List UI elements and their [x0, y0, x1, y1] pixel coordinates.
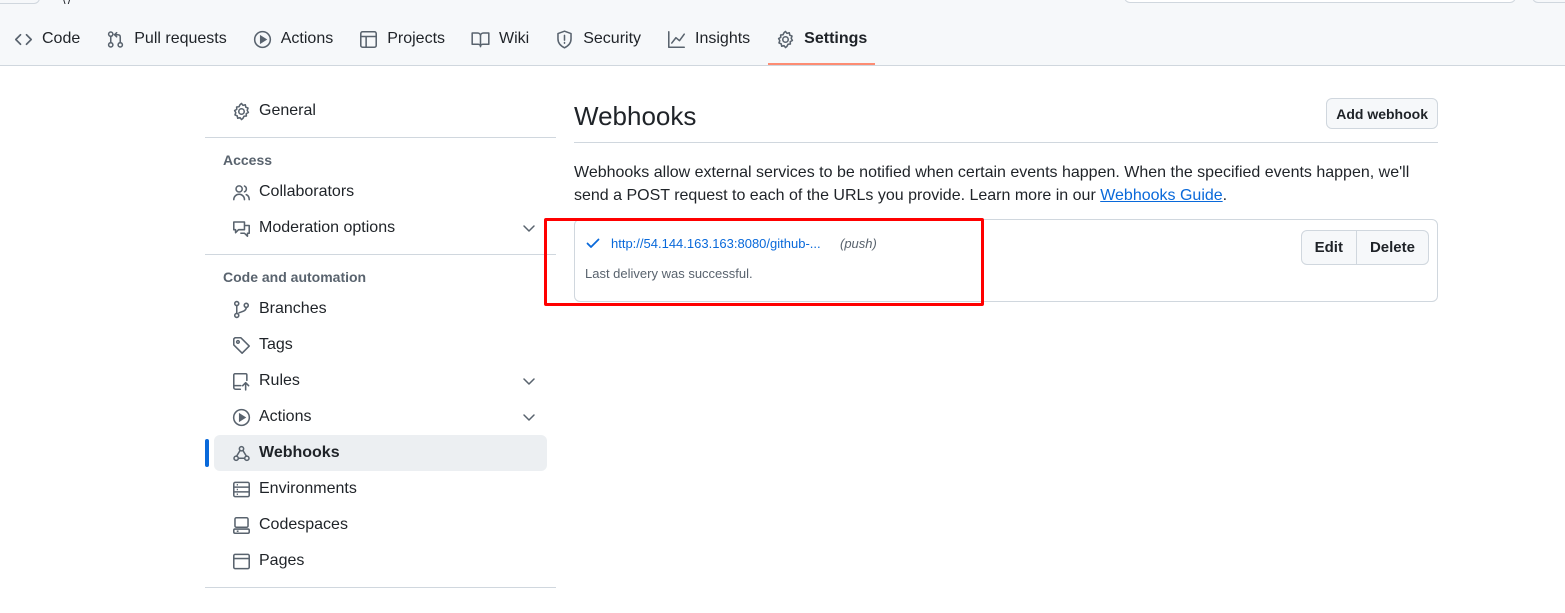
top-toolbar-button[interactable] [0, 0, 40, 4]
delete-webhook-button[interactable]: Delete [1356, 230, 1429, 265]
chevron-down-icon[interactable] [521, 220, 537, 236]
browser-icon [231, 551, 251, 571]
tag-icon [231, 335, 251, 355]
tab-label: Actions [280, 30, 334, 47]
tab-label: Settings [804, 30, 868, 47]
page-title: Webhooks [574, 101, 697, 131]
description-end: . [1222, 187, 1228, 204]
sidebar-item-label: Environments [259, 480, 357, 497]
sidebar-item-webhooks[interactable]: Webhooks [205, 435, 547, 471]
webhook-actions: Edit Delete [1300, 230, 1429, 265]
sidebar-item-moderation-options[interactable]: Moderation options [214, 210, 547, 246]
chevron-down-icon[interactable] [521, 409, 537, 425]
sidebar-item-tags[interactable]: Tags [214, 327, 547, 363]
sidebar-item-label: Codespaces [259, 516, 348, 533]
tab-settings[interactable]: Settings [768, 16, 876, 65]
tab-label: Projects [387, 30, 446, 47]
webhook-icon [231, 443, 251, 463]
sidebar-item-label: Rules [259, 372, 300, 389]
add-webhook-button[interactable]: Add webhook [1326, 98, 1438, 129]
webhooks-description: Webhooks allow external services to be n… [574, 161, 1438, 207]
sidebar-divider [205, 137, 556, 138]
people-icon [231, 182, 251, 202]
tab-projects[interactable]: Projects [351, 16, 453, 62]
graph-icon [668, 30, 686, 48]
comment-discussion-icon [231, 218, 251, 238]
sidebar-item-label: General [259, 102, 316, 119]
sidebar-item-actions[interactable]: Actions [214, 399, 547, 435]
tab-label: Security [583, 30, 642, 47]
sidebar-divider [205, 587, 556, 588]
sidebar-item-collaborators[interactable]: Collaborators [214, 174, 547, 210]
description-text: Webhooks allow external services to be n… [574, 164, 1410, 204]
sidebar-item-label: Collaborators [259, 183, 355, 200]
repo-push-icon [231, 371, 251, 391]
tab-security[interactable]: Security [547, 16, 649, 62]
repo-header: ⟨⟩ Code Pull requests Actions Projects W… [0, 0, 1565, 66]
tab-wiki[interactable]: Wiki [463, 16, 537, 62]
settings-sidebar: General Access Collaborators Moderation … [205, 93, 556, 596]
webhooks-guide-link[interactable]: Webhooks Guide [1100, 187, 1222, 204]
check-icon [586, 238, 600, 248]
webhook-list-item: http://54.144.163.163:8080/github-... (p… [574, 219, 1438, 302]
gear-icon [231, 101, 251, 121]
shield-icon [557, 29, 573, 49]
tab-label: Code [42, 30, 81, 47]
tab-code[interactable]: Code [6, 16, 88, 62]
tab-label: Wiki [499, 30, 530, 47]
webhook-url-link[interactable]: http://54.144.163.163:8080/github-... [611, 236, 821, 251]
sidebar-item-rules[interactable]: Rules [214, 363, 547, 399]
top-partial-icon: ⟨⟩ [62, 0, 92, 4]
sidebar-item-general[interactable]: General [214, 93, 547, 129]
sidebar-item-pages[interactable]: Pages [214, 543, 547, 579]
server-icon [231, 479, 251, 499]
top-search-input[interactable] [1124, 0, 1516, 3]
sidebar-item-label: Actions [259, 408, 312, 425]
tab-label: Insights [695, 30, 751, 47]
sidebar-item-label: Branches [259, 300, 327, 317]
tab-insights[interactable]: Insights [659, 16, 758, 62]
gear-icon [778, 30, 794, 48]
sidebar-item-label: Moderation options [259, 219, 396, 236]
sidebar-divider [205, 254, 556, 255]
top-toolbar-button-right[interactable] [1532, 0, 1565, 3]
sidebar-item-label: Tags [259, 336, 293, 353]
webhook-event: (push) [840, 236, 877, 251]
edit-webhook-button[interactable]: Edit [1300, 230, 1357, 265]
page-header: Webhooks Add webhook [574, 96, 1438, 143]
play-icon [231, 407, 251, 427]
sidebar-item-label: Webhooks [259, 444, 340, 461]
sidebar-heading-code-automation: Code and automation [223, 269, 367, 285]
table-icon [360, 30, 378, 48]
webhook-delivery-status: Last delivery was successful. [585, 266, 753, 281]
sidebar-heading-access: Access [223, 152, 273, 168]
book-icon [471, 31, 490, 47]
code-icon [14, 33, 33, 45]
webhooks-main: Webhooks Add webhook Webhooks allow exte… [574, 96, 1438, 302]
codespaces-icon [231, 515, 251, 535]
sidebar-item-codespaces[interactable]: Codespaces [214, 507, 547, 543]
sidebar-item-branches[interactable]: Branches [214, 291, 547, 327]
git-branch-icon [231, 299, 251, 319]
sidebar-item-environments[interactable]: Environments [214, 471, 547, 507]
play-icon [253, 30, 271, 48]
sidebar-item-label: Pages [259, 552, 305, 569]
repo-nav: Code Pull requests Actions Projects Wiki… [0, 16, 885, 66]
tab-label: Pull requests [134, 30, 227, 47]
tab-pull-requests[interactable]: Pull requests [98, 16, 235, 62]
pull-request-icon [108, 30, 124, 48]
chevron-down-icon[interactable] [521, 373, 537, 389]
tab-actions[interactable]: Actions [245, 16, 341, 62]
